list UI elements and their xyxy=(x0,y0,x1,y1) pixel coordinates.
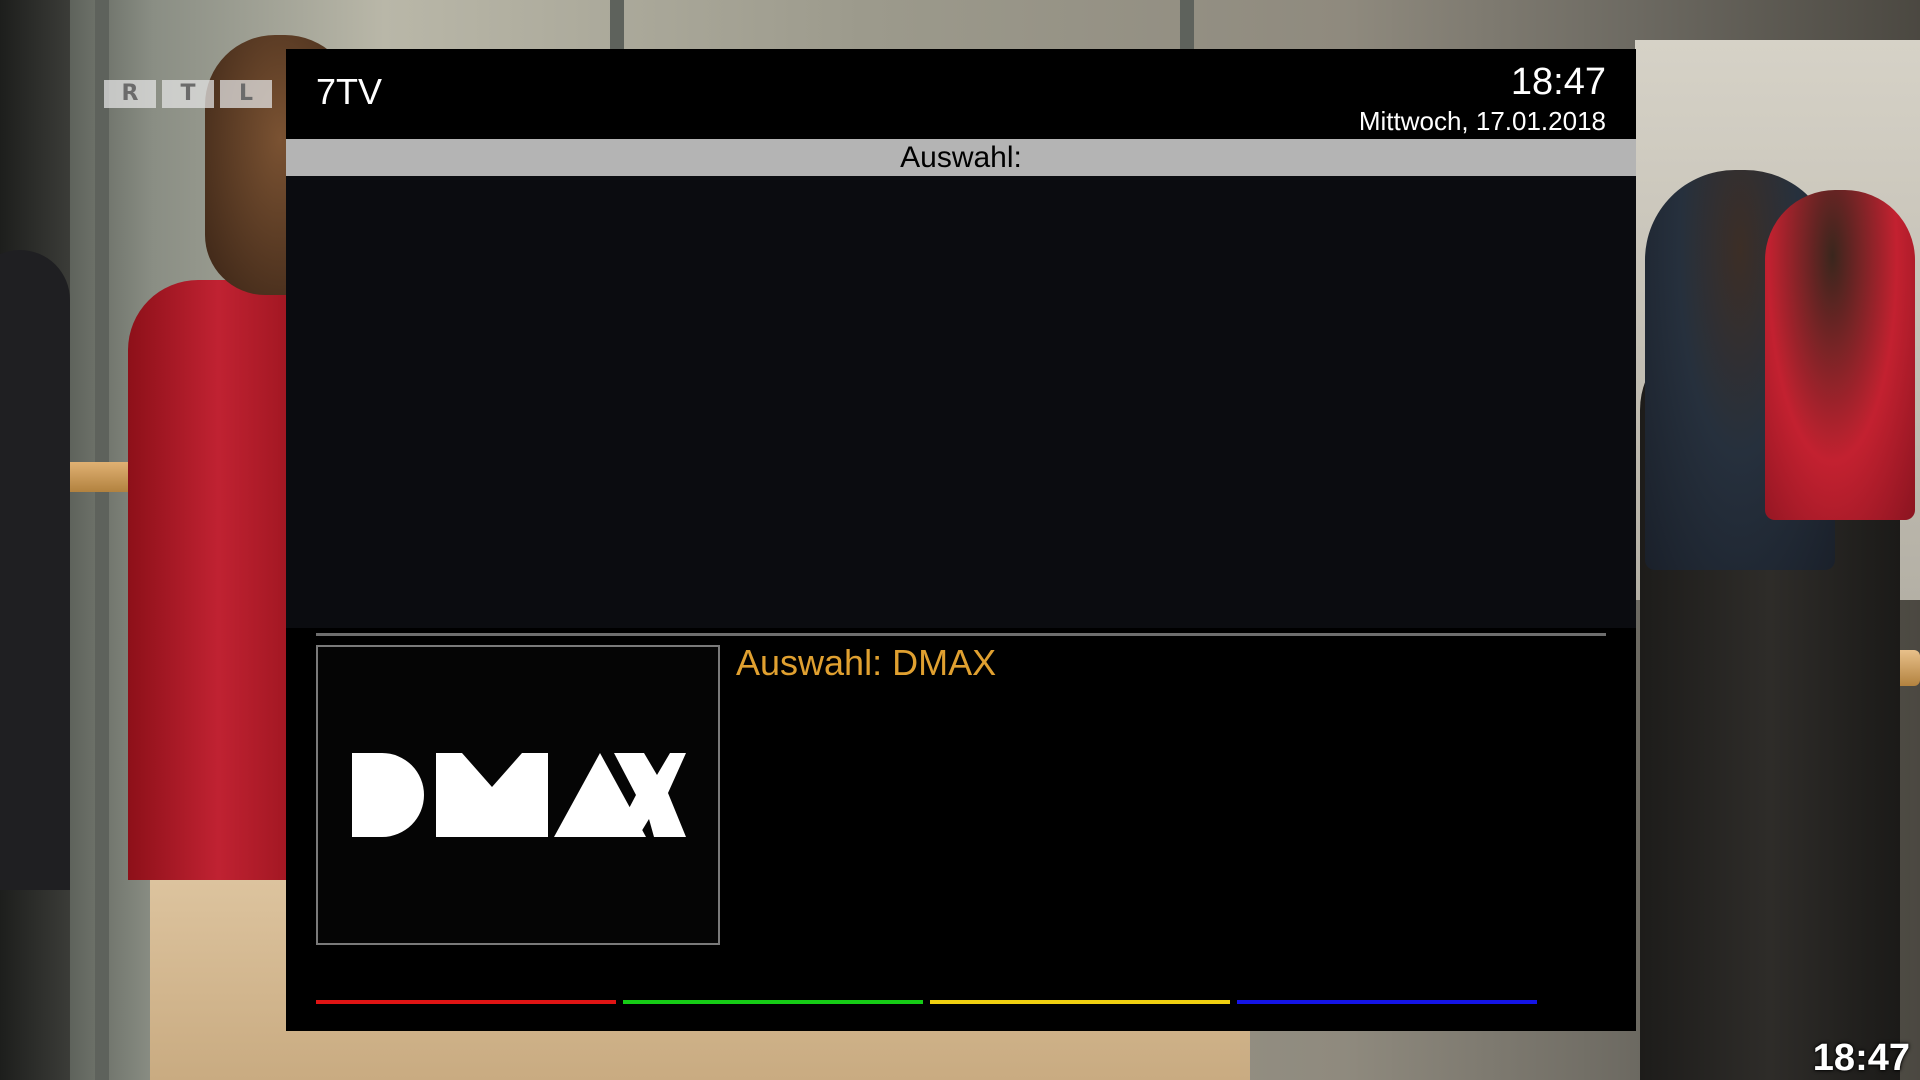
divider xyxy=(316,633,1606,636)
broadcaster-logo-letter: T xyxy=(162,80,214,108)
bg-person-red-coat xyxy=(128,280,308,880)
bg-door-frame xyxy=(95,0,109,1080)
channel-selection-osd: 7TV 18:47 Mittwoch, 17.01.2018 Auswahl: … xyxy=(286,49,1636,1031)
osd-header: 7TV 18:47 Mittwoch, 17.01.2018 xyxy=(286,49,1636,139)
selection-title-bar: Auswahl: xyxy=(286,139,1636,176)
broadcaster-logo-letter: L xyxy=(220,80,272,108)
dmax-logo xyxy=(352,753,686,837)
green-key-bar[interactable] xyxy=(623,1000,923,1004)
selection-label: Auswahl: DMAX xyxy=(736,642,997,683)
blue-key-bar[interactable] xyxy=(1237,1000,1537,1004)
bg-person-dark xyxy=(0,250,70,890)
channel-list[interactable] xyxy=(286,176,1636,628)
bg-person xyxy=(1765,190,1915,520)
channel-logo-box xyxy=(316,645,720,945)
red-key-bar[interactable] xyxy=(316,1000,616,1004)
broadcaster-logo: R T L xyxy=(104,80,272,108)
clock-time: 18:47 xyxy=(1510,61,1606,103)
broadcaster-logo-letter: R xyxy=(104,80,156,108)
corner-clock: 18:47 xyxy=(1812,1037,1910,1079)
yellow-key-bar[interactable] xyxy=(930,1000,1230,1004)
channel-name: 7TV xyxy=(316,71,383,112)
clock-date: Mittwoch, 17.01.2018 xyxy=(1358,106,1606,136)
